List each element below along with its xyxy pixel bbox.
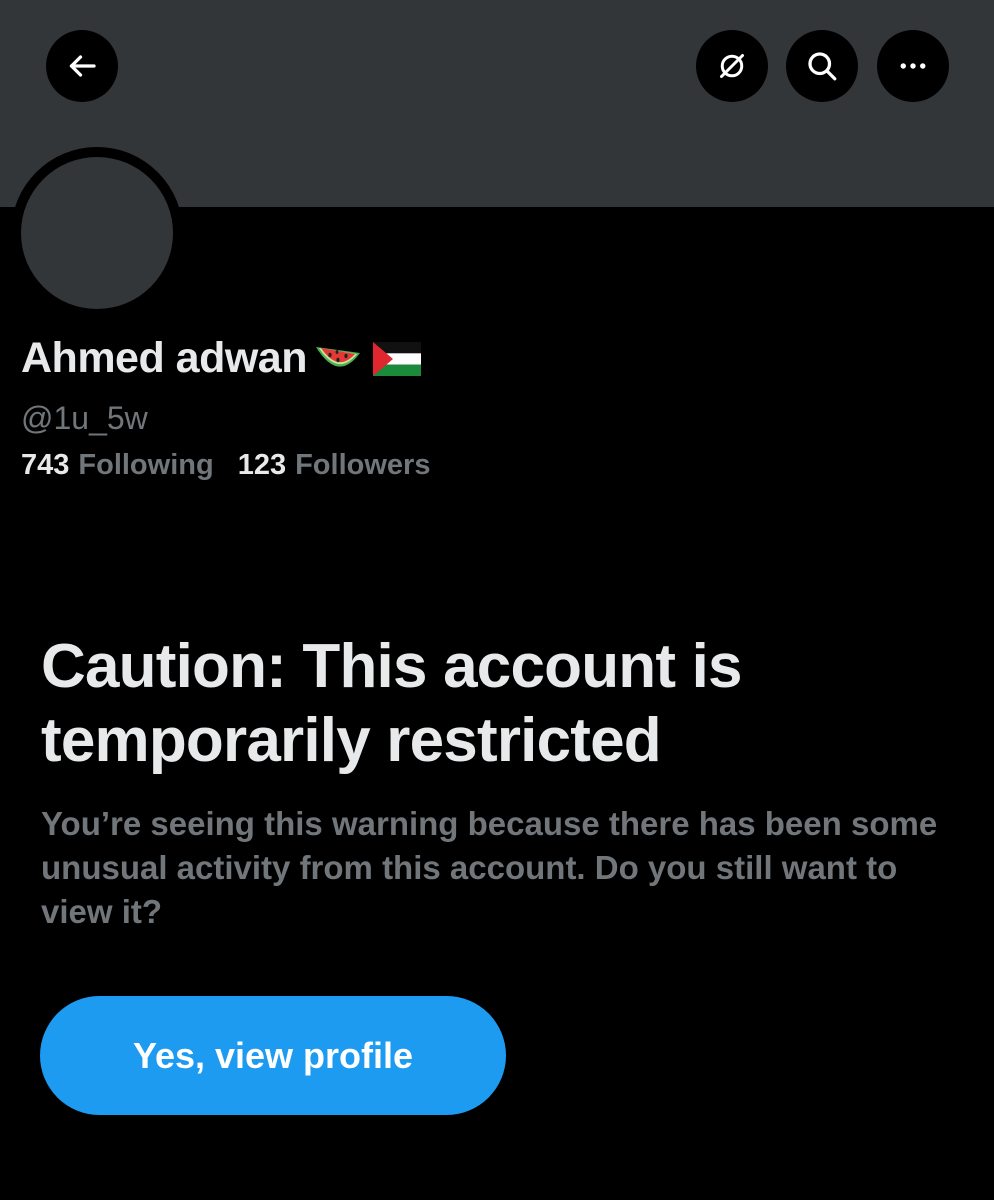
followers-stat[interactable]: 123 Followers [238, 449, 431, 482]
profile-name: Ahmed adwan [21, 334, 308, 382]
followers-count: 123 [237, 449, 287, 481]
grok-button[interactable] [696, 30, 768, 102]
search-button[interactable] [786, 30, 858, 102]
avatar[interactable] [21, 157, 173, 309]
profile-handle: @1u_5w [21, 400, 148, 436]
followers-label: Followers [295, 449, 431, 481]
following-stat[interactable]: 743 Following [21, 449, 214, 482]
profile-stats: 743 Following 123 Followers [21, 449, 454, 482]
arrow-left-icon [69, 55, 96, 77]
following-count: 743 [21, 449, 70, 481]
search-icon [808, 52, 837, 81]
more-button[interactable] [877, 30, 949, 102]
caution-title: Caution: This account is temporarily res… [41, 632, 743, 775]
slashed-circle-icon [720, 54, 744, 78]
palestine-flag-icon [373, 341, 421, 376]
watermelon-emoji-icon [313, 339, 363, 379]
view-profile-button[interactable]: Yes, view profile [40, 996, 506, 1115]
back-button[interactable] [46, 30, 118, 102]
following-label: Following [78, 449, 214, 481]
caution-message: You’re seeing this warning because there… [41, 805, 938, 930]
more-horizontal-icon [900, 63, 926, 69]
profile-name-row: Ahmed adwan [21, 334, 421, 383]
